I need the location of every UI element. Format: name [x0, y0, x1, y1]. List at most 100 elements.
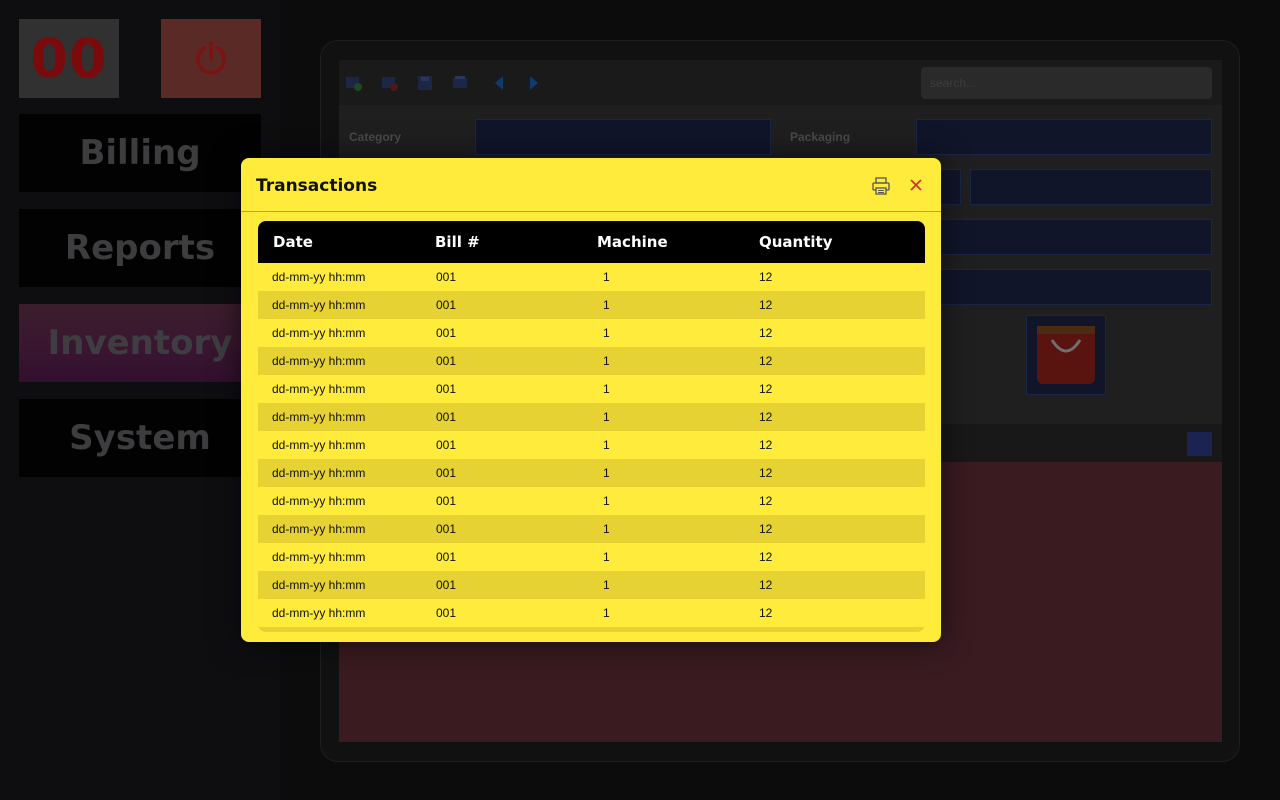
field-row-3[interactable]: [930, 219, 1212, 255]
close-icon[interactable]: [907, 176, 925, 194]
cell-machine: 1: [603, 494, 610, 508]
printer-icon[interactable]: [871, 176, 891, 196]
cell-machine: 1: [603, 270, 610, 284]
cell-quantity: 12: [759, 354, 773, 368]
table-body: dd-mm-yy hh:mm 001 1 12 dd-mm-yy hh:mm 001 1 12…: [258, 263, 925, 627]
cell-date: dd-mm-yy hh:mm: [272, 438, 366, 452]
cell-bill: 001: [436, 466, 457, 480]
save-icon[interactable]: [416, 74, 434, 92]
cell-bill: 001: [436, 298, 457, 312]
nav-reports[interactable]: Reports: [19, 209, 261, 287]
field-row-4[interactable]: [930, 269, 1212, 305]
cell-machine: 1: [603, 522, 610, 536]
cell-date: dd-mm-yy hh:mm: [272, 410, 366, 424]
dialog-title: Transactions: [256, 176, 378, 196]
nav-system-label: System: [69, 418, 211, 458]
table-row[interactable]: dd-mm-yy hh:mm 001 1 12: [258, 403, 925, 431]
cell-quantity: 12: [759, 606, 773, 620]
product-image[interactable]: [1026, 315, 1106, 395]
cell-bill: 001: [436, 410, 457, 424]
dialog-divider: [241, 211, 941, 212]
transactions-dialog: Transactions Date Bill # Machine Quantit…: [241, 158, 941, 642]
list-toggle-icon[interactable]: [1187, 432, 1212, 456]
cell-machine: 1: [603, 410, 610, 424]
cell-date: dd-mm-yy hh:mm: [272, 606, 366, 620]
delete-item-icon[interactable]: [381, 74, 399, 92]
previous-icon[interactable]: [490, 74, 508, 92]
cell-date: dd-mm-yy hh:mm: [272, 550, 366, 564]
table-row[interactable]: dd-mm-yy hh:mm 001 1 12: [258, 459, 925, 487]
power-icon: [196, 40, 226, 75]
cell-quantity: 12: [759, 382, 773, 396]
cell-quantity: 12: [759, 550, 773, 564]
search-placeholder: search...: [930, 76, 977, 90]
cell-machine: 1: [603, 382, 610, 396]
cell-date: dd-mm-yy hh:mm: [272, 382, 366, 396]
cell-quantity: 12: [759, 522, 773, 536]
table-row[interactable]: dd-mm-yy hh:mm 001 1 12: [258, 487, 925, 515]
table-row[interactable]: dd-mm-yy hh:mm 001 1 12: [258, 347, 925, 375]
column-header-machine[interactable]: Machine: [597, 233, 759, 251]
cell-quantity: 12: [759, 494, 773, 508]
cell-machine: 1: [603, 326, 610, 340]
cell-quantity: 12: [759, 410, 773, 424]
table-row[interactable]: dd-mm-yy hh:mm 001 1 12: [258, 431, 925, 459]
cell-bill: 001: [436, 354, 457, 368]
field-row-2[interactable]: [970, 169, 1212, 205]
table-header: Date Bill # Machine Quantity: [258, 221, 925, 263]
nav-billing[interactable]: Billing: [19, 114, 261, 192]
cell-date: dd-mm-yy hh:mm: [272, 298, 366, 312]
transactions-table: Date Bill # Machine Quantity dd-mm-yy hh…: [258, 221, 925, 632]
table-row[interactable]: dd-mm-yy hh:mm 001 1 12: [258, 543, 925, 571]
nav-inventory[interactable]: Inventory: [19, 304, 261, 382]
cell-date: dd-mm-yy hh:mm: [272, 494, 366, 508]
cell-machine: 1: [603, 298, 610, 312]
table-row[interactable]: dd-mm-yy hh:mm 001 1 12: [258, 515, 925, 543]
nav-billing-label: Billing: [79, 133, 201, 173]
table-row[interactable]: dd-mm-yy hh:mm 001 1 12: [258, 375, 925, 403]
next-icon[interactable]: [525, 74, 543, 92]
cell-date: dd-mm-yy hh:mm: [272, 466, 366, 480]
table-row[interactable]: dd-mm-yy hh:mm 001 1 12: [258, 599, 925, 627]
cell-bill: 001: [436, 522, 457, 536]
cell-bill: 001: [436, 578, 457, 592]
nav-system[interactable]: System: [19, 399, 261, 477]
cell-date: dd-mm-yy hh:mm: [272, 522, 366, 536]
table-row[interactable]: dd-mm-yy hh:mm 001 1 12: [258, 319, 925, 347]
column-header-date[interactable]: Date: [258, 233, 435, 251]
left-navigation: 00 Billing Reports Inventory System: [0, 0, 280, 800]
table-row[interactable]: dd-mm-yy hh:mm 001 1 12: [258, 571, 925, 599]
counter-display: 00: [19, 19, 119, 98]
cell-machine: 1: [603, 550, 610, 564]
power-button[interactable]: [161, 19, 261, 98]
cell-quantity: 12: [759, 298, 773, 312]
cell-bill: 001: [436, 606, 457, 620]
shopping-bag-icon: [1037, 326, 1095, 384]
cell-date: dd-mm-yy hh:mm: [272, 326, 366, 340]
cell-machine: 1: [603, 466, 610, 480]
packaging-field[interactable]: [916, 119, 1212, 155]
cell-bill: 001: [436, 550, 457, 564]
column-header-quantity[interactable]: Quantity: [759, 233, 919, 251]
table-row[interactable]: dd-mm-yy hh:mm 001 1 12: [258, 263, 925, 291]
nav-reports-label: Reports: [64, 228, 216, 268]
cell-date: dd-mm-yy hh:mm: [272, 354, 366, 368]
cell-quantity: 12: [759, 270, 773, 284]
packaging-label: Packaging: [790, 130, 851, 144]
cell-bill: 001: [436, 382, 457, 396]
category-field[interactable]: [475, 119, 771, 155]
add-item-icon[interactable]: [345, 74, 363, 92]
print-icon[interactable]: [451, 74, 469, 92]
cell-date: dd-mm-yy hh:mm: [272, 578, 366, 592]
cell-date: dd-mm-yy hh:mm: [272, 270, 366, 284]
category-label: Category: [349, 130, 402, 144]
cell-quantity: 12: [759, 466, 773, 480]
cell-quantity: 12: [759, 578, 773, 592]
nav-inventory-label: Inventory: [47, 323, 233, 363]
search-input[interactable]: search...: [921, 67, 1212, 99]
cell-bill: 001: [436, 438, 457, 452]
column-header-bill[interactable]: Bill #: [435, 233, 597, 251]
table-row[interactable]: dd-mm-yy hh:mm 001 1 12: [258, 291, 925, 319]
cell-machine: 1: [603, 578, 610, 592]
cell-bill: 001: [436, 326, 457, 340]
